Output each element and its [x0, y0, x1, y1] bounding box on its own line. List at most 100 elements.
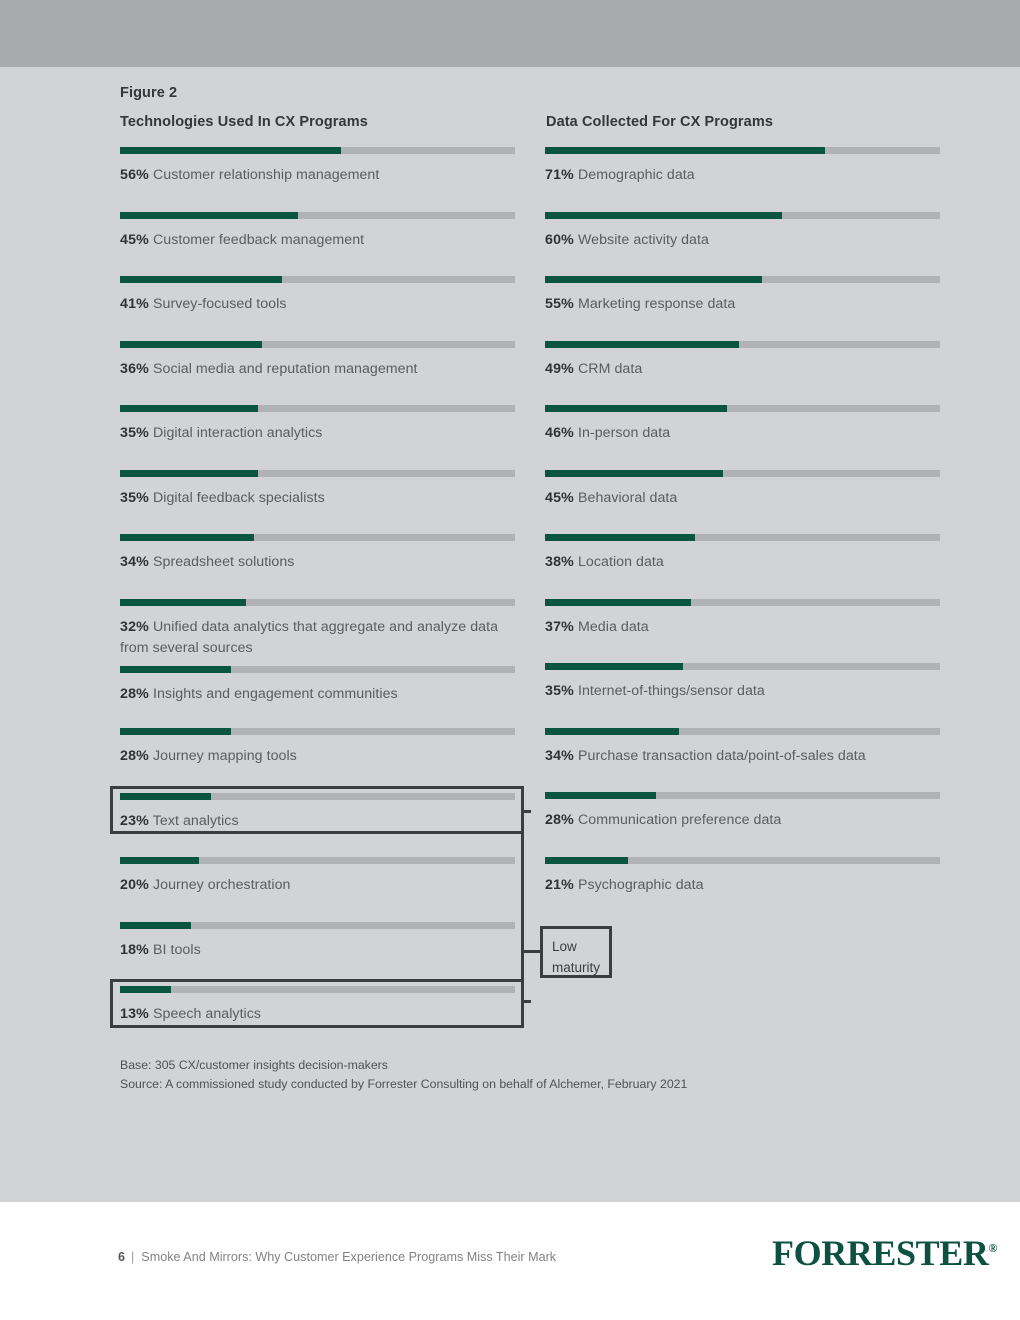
bar-row-percent: 34% — [120, 554, 149, 570]
bar-row-percent: 45% — [545, 489, 574, 506]
left-column-title: Technologies Used In CX Programs — [120, 114, 368, 130]
bar-row-name: CRM data — [574, 360, 643, 377]
bar-row-name: Customer relationship management — [149, 167, 380, 183]
bar-row-label: 20% Journey orchestration — [120, 875, 516, 896]
bar-row: 49% CRM data — [545, 340, 941, 380]
bar-row: 45% Customer feedback management — [120, 211, 516, 251]
bar-row: 34% Spreadsheet solutions — [120, 534, 516, 573]
bar-track — [545, 340, 940, 348]
bar-fill — [545, 469, 723, 477]
bar-row-percent: 35% — [120, 425, 149, 441]
bar-row-label: 18% BI tools — [120, 940, 516, 961]
bar-row-label: 41% Survey-focused tools — [120, 294, 516, 315]
bar-row: 45% Behavioral data — [545, 469, 941, 509]
bar-row-percent: 34% — [545, 747, 574, 764]
bar-track — [120, 598, 515, 606]
bar-row-label: 60% Website activity data — [545, 230, 941, 251]
bar-row-label: 37% Media data — [545, 617, 941, 638]
bar-track — [120, 147, 515, 154]
bar-row-percent: 71% — [545, 167, 574, 183]
bar-fill — [120, 857, 199, 864]
low-maturity-line-1: Low — [552, 939, 577, 954]
bar-track — [120, 211, 515, 219]
bar-row-percent: 46% — [545, 425, 574, 441]
bar-row-percent: 28% — [545, 812, 574, 828]
bar-row-label: 32% Unified data analytics that aggregat… — [120, 617, 520, 659]
bar-fill — [120, 405, 259, 412]
bar-row-label: 49% CRM data — [545, 359, 941, 380]
bar-row: 28% Communication preference data — [545, 792, 941, 831]
bar-row: 28% Insights and engagement communities — [120, 666, 516, 705]
footnote-base: Base: 305 CX/customer insights decision-… — [120, 1058, 388, 1072]
bar-row-label: 13% Speech analytics — [120, 1004, 516, 1025]
forrester-logo: FORRESTER® — [772, 1229, 997, 1272]
bracket-stub-top — [521, 810, 531, 813]
bar-row-name: Digital interaction analytics — [149, 425, 323, 441]
bar-fill — [120, 469, 259, 477]
bar-row-percent: 32% — [120, 618, 149, 635]
footer-caption: 6 | Smoke And Mirrors: Why Customer Experi… — [118, 1250, 556, 1264]
bar-fill — [120, 666, 231, 673]
bar-track — [545, 598, 940, 606]
bar-fill — [545, 598, 692, 606]
bar-fill — [120, 211, 298, 219]
bar-row-name: Purchase transaction data/point-of-sales… — [574, 747, 866, 764]
bar-track — [545, 147, 940, 154]
bar-row-label: 21% Psychographic data — [545, 875, 941, 896]
bar-row-name: Behavioral data — [574, 489, 678, 506]
bar-fill — [120, 534, 255, 541]
page-number: 6 — [118, 1250, 126, 1264]
bar-fill — [120, 792, 211, 800]
bar-row-percent: 20% — [120, 877, 149, 893]
footer-separator: | — [131, 1250, 135, 1264]
bar-fill — [120, 921, 192, 929]
bar-track — [545, 663, 940, 670]
bar-row-name: Spreadsheet solutions — [149, 554, 295, 570]
bar-fill — [120, 986, 172, 993]
bar-row: 32% Unified data analytics that aggregat… — [120, 598, 516, 659]
bar-row-name: Location data — [574, 554, 664, 570]
report-title: Smoke And Mirrors: Why Customer Experien… — [141, 1250, 557, 1264]
bar-row-label: 38% Location data — [545, 552, 941, 573]
bar-row-label: 35% Internet-of-things/sensor data — [545, 681, 941, 702]
bar-row-percent: 56% — [120, 167, 149, 183]
bar-row-label: 34% Purchase transaction data/point-of-s… — [545, 746, 941, 767]
bar-row-name: Marketing response data — [574, 296, 736, 312]
bar-row-label: 56% Customer relationship management — [120, 165, 516, 186]
bar-fill — [120, 147, 342, 154]
bar-row-name: Insights and engagement communities — [149, 686, 398, 702]
bar-fill — [545, 534, 696, 541]
bar-row-percent: 35% — [545, 683, 574, 699]
bar-track — [120, 728, 515, 735]
low-maturity-callout: Low maturity — [540, 926, 612, 978]
bar-row-percent: 21% — [545, 876, 574, 893]
bar-track — [545, 534, 940, 541]
bar-track — [120, 857, 515, 864]
bracket-vertical-line — [521, 810, 524, 1003]
bar-row-name: Speech analytics — [149, 1006, 262, 1022]
bar-row-percent: 60% — [545, 231, 574, 248]
bar-row: 37% Media data — [545, 598, 941, 638]
bar-row-percent: 55% — [545, 296, 574, 312]
bar-row-name: Internet-of-things/sensor data — [574, 683, 765, 699]
page-canvas: Figure 2 Technologies Used In CX Program… — [0, 0, 1020, 1320]
bar-row-percent: 23% — [120, 812, 149, 829]
bar-row-percent: 35% — [120, 489, 149, 506]
bar-row-name: Demographic data — [574, 167, 695, 183]
bar-row: 71% Demographic data — [545, 147, 941, 186]
bar-row: 34% Purchase transaction data/point-of-s… — [545, 727, 941, 767]
bar-row-percent: 37% — [545, 618, 574, 635]
bar-row: 23% Text analytics — [120, 792, 516, 832]
bar-row-label: 46% In-person data — [545, 423, 941, 444]
bar-row-label: 35% Digital feedback specialists — [120, 488, 516, 509]
bar-row-label: 28% Insights and engagement communities — [120, 684, 516, 705]
bar-row-name: Psychographic data — [574, 876, 704, 893]
bar-fill — [545, 211, 782, 219]
bar-row-label: 36% Social media and reputation manageme… — [120, 359, 516, 380]
page-top-band — [0, 0, 1020, 67]
bar-row-name: Media data — [574, 618, 649, 635]
bar-track — [120, 534, 515, 541]
bar-track — [545, 469, 940, 477]
bar-row-percent: 28% — [120, 748, 149, 764]
bar-row: 46% In-person data — [545, 405, 941, 444]
